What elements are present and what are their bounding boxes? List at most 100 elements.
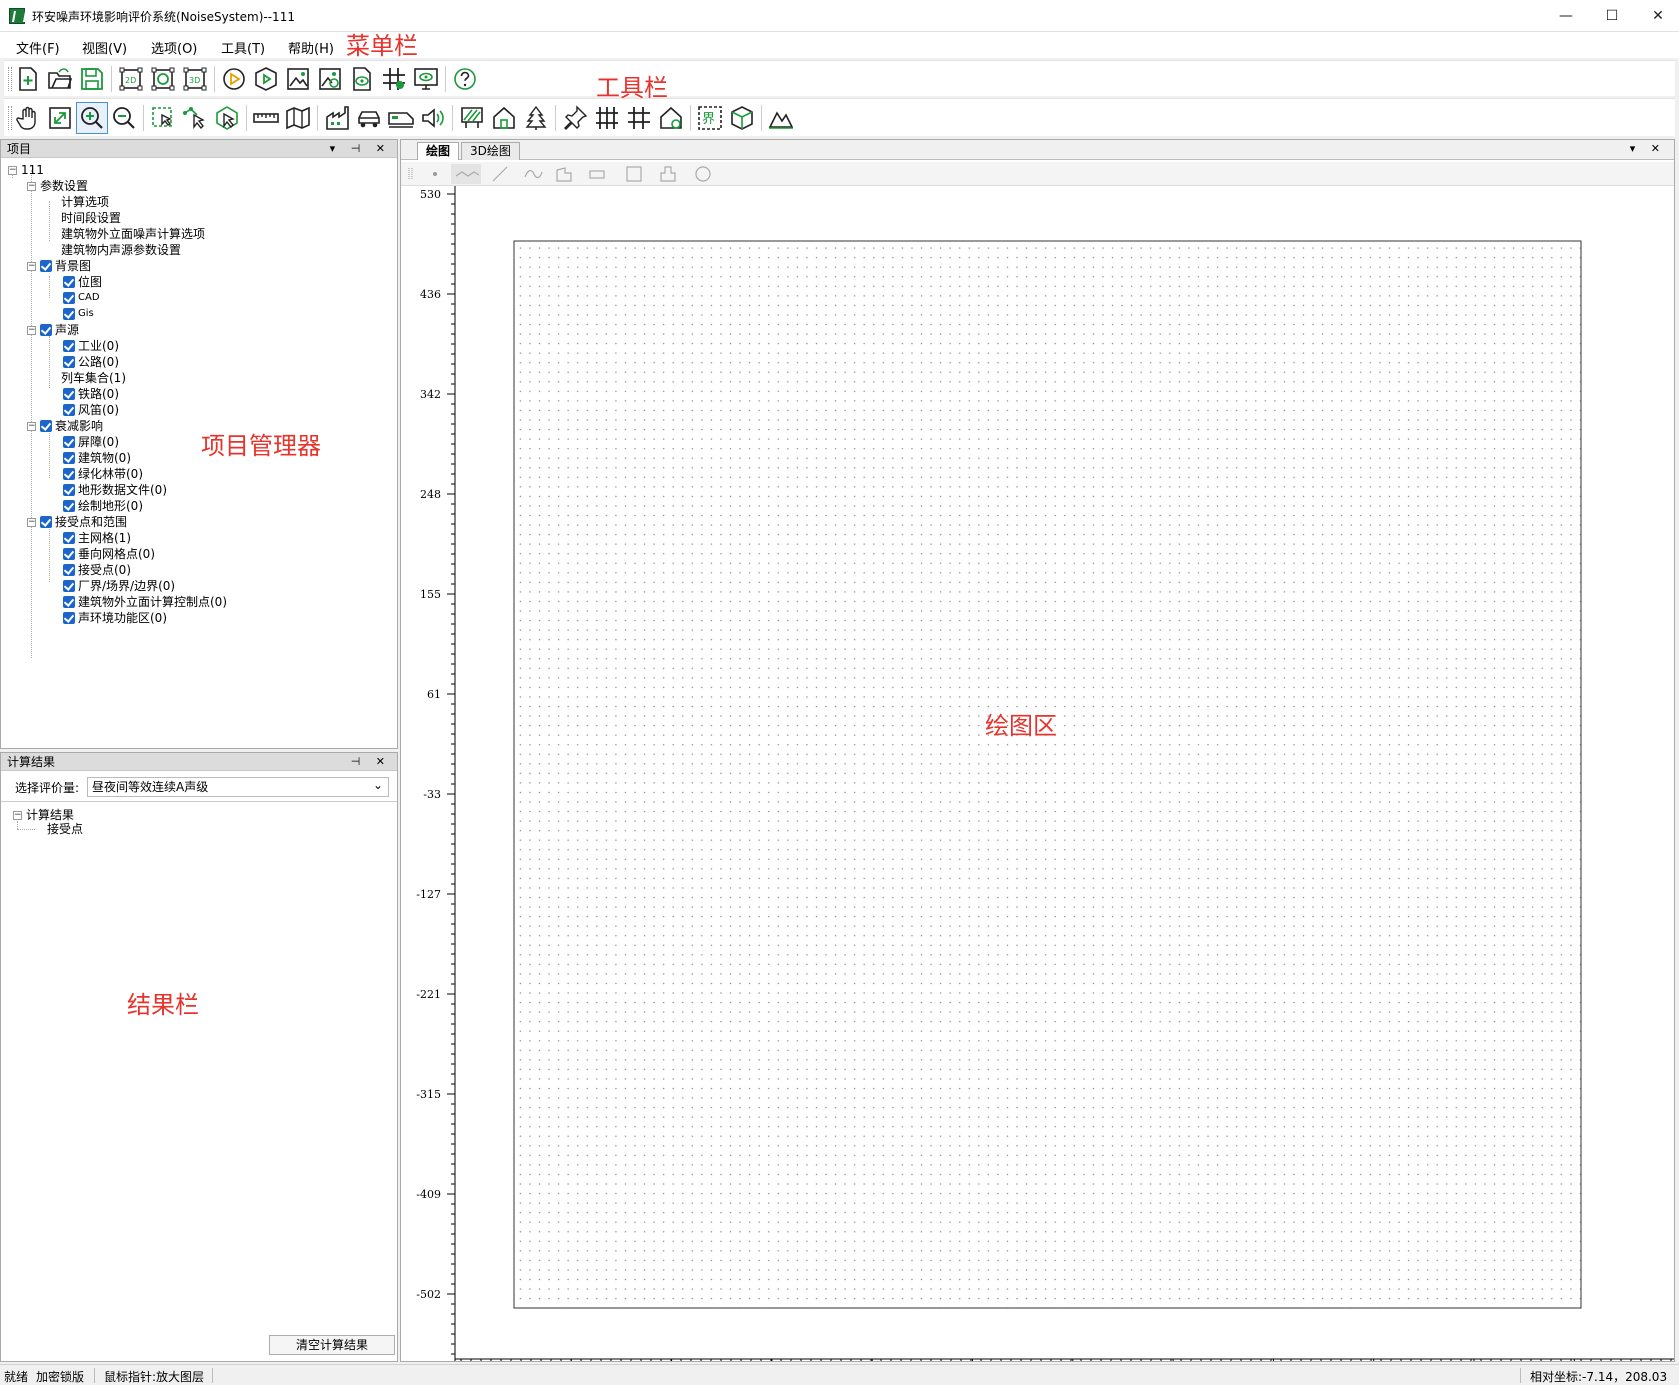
- play-cube-icon[interactable]: [250, 63, 282, 95]
- tree-item-time-settings[interactable]: 时间段设置: [61, 210, 121, 226]
- tree-root[interactable]: −111: [8, 162, 44, 178]
- clear-results-button[interactable]: 清空计算结果: [269, 1335, 395, 1355]
- tree-node-attenuation[interactable]: − 衰减影响: [27, 418, 103, 434]
- checkbox[interactable]: [63, 292, 75, 304]
- menu-view[interactable]: 视图(V): [82, 38, 127, 57]
- minimize-button[interactable]: —: [1543, 0, 1589, 32]
- drawing-panel-controls[interactable]: ▾ ✕: [1630, 142, 1666, 155]
- checkbox[interactable]: [63, 532, 75, 544]
- tree-item-draw-terrain[interactable]: 绘制地形(0): [63, 498, 143, 514]
- collapse-icon[interactable]: −: [8, 165, 17, 175]
- checkbox[interactable]: [63, 548, 75, 560]
- checkbox[interactable]: [63, 340, 75, 352]
- tab-3d-draw[interactable]: 3D绘图: [461, 142, 520, 160]
- tree-node-sources[interactable]: − 声源: [27, 322, 79, 338]
- checkbox[interactable]: [63, 452, 75, 464]
- circle-tool-icon[interactable]: [695, 166, 711, 182]
- checkbox[interactable]: [40, 516, 52, 528]
- tree-item-vertical-grid[interactable]: 垂向网格点(0): [63, 546, 155, 562]
- vertical-grid-icon[interactable]: [591, 102, 623, 134]
- industry-icon[interactable]: [321, 102, 353, 134]
- tree-item-barrier[interactable]: 屏障(0): [63, 434, 119, 450]
- save-icon[interactable]: [76, 63, 108, 95]
- checkbox[interactable]: [63, 612, 75, 624]
- grid-icon[interactable]: [623, 102, 655, 134]
- map-icon[interactable]: [282, 102, 314, 134]
- checkbox[interactable]: [63, 356, 75, 368]
- tree-node-params[interactable]: − 参数设置: [27, 178, 88, 194]
- monitor-view-icon[interactable]: [410, 63, 442, 95]
- tree-node-background[interactable]: − 背景图: [27, 258, 91, 274]
- tree-item-horn[interactable]: 风笛(0): [63, 402, 119, 418]
- square-tool-icon[interactable]: [626, 166, 642, 182]
- tree-item-train-set[interactable]: 列车集合(1): [61, 370, 126, 386]
- help-icon[interactable]: [449, 63, 481, 95]
- document-view-icon[interactable]: [346, 63, 378, 95]
- terrain-icon[interactable]: [765, 102, 797, 134]
- curve-tool-icon[interactable]: [524, 170, 543, 179]
- irregular-shape-tool-icon[interactable]: [660, 166, 676, 182]
- checkbox[interactable]: [40, 324, 52, 336]
- checkbox[interactable]: [63, 404, 75, 416]
- checkbox[interactable]: [40, 420, 52, 432]
- tree-item-gis[interactable]: Gis: [63, 306, 94, 322]
- collapse-icon[interactable]: −: [13, 810, 22, 820]
- tree-item-bitmap[interactable]: 位图: [63, 274, 102, 290]
- plot-area[interactable]: 530 436 342 248 155 61 -33 -127 -221 -315 -409 -502…: [401, 186, 1674, 1361]
- menu-help[interactable]: 帮助(H): [288, 38, 334, 57]
- maximize-button[interactable]: ☐: [1589, 0, 1635, 32]
- tree-item-indoor-source-params[interactable]: 建筑物内声源参数设置: [61, 242, 181, 258]
- circle-frame-icon[interactable]: [147, 63, 179, 95]
- new-file-icon[interactable]: [12, 63, 44, 95]
- select-path-icon[interactable]: [179, 102, 211, 134]
- checkbox[interactable]: [63, 500, 75, 512]
- zoom-out-icon[interactable]: [108, 102, 140, 134]
- pin-icon[interactable]: [559, 102, 591, 134]
- close-button[interactable]: ✕: [1635, 0, 1679, 32]
- checkbox[interactable]: [63, 484, 75, 496]
- checkbox[interactable]: [63, 564, 75, 576]
- checkbox[interactable]: [63, 388, 75, 400]
- cube-icon[interactable]: [726, 102, 758, 134]
- barrier-icon[interactable]: [456, 102, 488, 134]
- eval-select[interactable]: 昼夜间等效连续A声级 ⌄: [87, 777, 389, 797]
- hand-pan-icon[interactable]: [12, 102, 44, 134]
- car-icon[interactable]: [353, 102, 385, 134]
- result-panel-controls[interactable]: ⊣ ✕: [351, 753, 391, 771]
- train-icon[interactable]: [385, 102, 417, 134]
- collapse-icon[interactable]: −: [27, 517, 36, 527]
- grid-hash-icon[interactable]: [378, 63, 410, 95]
- tree-item-cad[interactable]: CAD: [63, 290, 100, 306]
- menu-file[interactable]: 文件(F): [16, 38, 60, 57]
- point-tool-icon[interactable]: [433, 172, 437, 176]
- play-icon[interactable]: [218, 63, 250, 95]
- image-edit-icon[interactable]: [314, 63, 346, 95]
- 3d-view-icon[interactable]: 3D: [179, 63, 211, 95]
- checkbox[interactable]: [40, 260, 52, 272]
- result-tree-receivers[interactable]: 接受点: [47, 821, 83, 837]
- polygon-tool-icon[interactable]: [556, 167, 572, 182]
- line-tool-icon[interactable]: [492, 166, 508, 182]
- chevron-down-icon[interactable]: ⌄: [373, 776, 383, 794]
- tab-draw[interactable]: 绘图: [417, 142, 460, 160]
- checkbox[interactable]: [63, 468, 75, 480]
- collapse-icon[interactable]: −: [27, 261, 36, 271]
- zoom-extent-icon[interactable]: [44, 102, 76, 134]
- collapse-icon[interactable]: −: [27, 325, 36, 335]
- select-box-icon[interactable]: [147, 102, 179, 134]
- tree-node-receivers[interactable]: − 接受点和范围: [27, 514, 127, 530]
- tree-item-calc-options[interactable]: 计算选项: [61, 194, 109, 210]
- ruler-icon[interactable]: [250, 102, 282, 134]
- tree-item-function-zone[interactable]: 声环境功能区(0): [63, 610, 167, 626]
- tree-item-green-belt[interactable]: 绿化林带(0): [63, 466, 143, 482]
- checkbox[interactable]: [63, 436, 75, 448]
- tree-item-building[interactable]: 建筑物(0): [63, 450, 131, 466]
- tree-item-receiver-points[interactable]: 接受点(0): [63, 562, 131, 578]
- open-folder-icon[interactable]: [44, 63, 76, 95]
- menu-tools[interactable]: 工具(T): [221, 38, 265, 57]
- checkbox[interactable]: [63, 596, 75, 608]
- boundary-icon[interactable]: 界: [694, 102, 726, 134]
- main-grid-area[interactable]: [513, 240, 1582, 1309]
- collapse-icon[interactable]: −: [27, 181, 36, 191]
- 2d-view-icon[interactable]: 2D: [115, 63, 147, 95]
